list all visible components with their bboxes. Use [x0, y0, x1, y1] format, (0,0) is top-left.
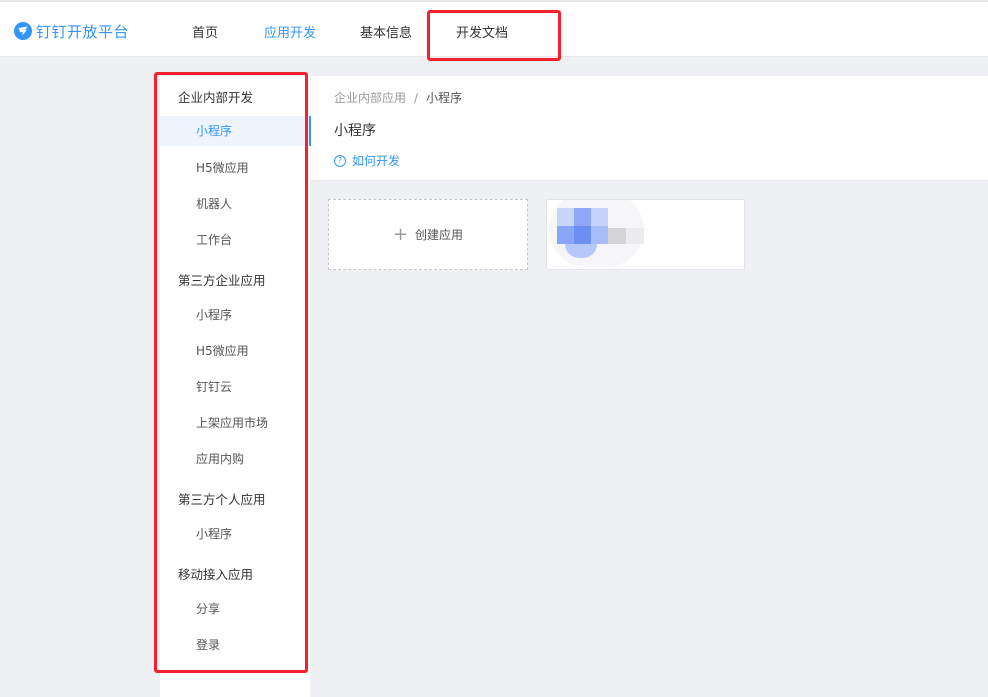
breadcrumb-parent[interactable]: 企业内部应用 [334, 91, 406, 105]
how-to-develop-label: 如何开发 [352, 154, 401, 168]
plus-icon: + [392, 223, 409, 245]
redaction-pixel [591, 226, 608, 244]
brand-name: 钉钉开放平台 [36, 22, 130, 41]
breadcrumb: 企业内部应用 / 小程序 [334, 89, 462, 106]
highlight-box-sidebar [154, 72, 308, 673]
brand-logo[interactable]: 钉钉开放平台 [14, 21, 129, 41]
create-app-card[interactable]: + 创建应用 [328, 199, 528, 270]
content-header: 企业内部应用 / 小程序 小程序 ? 如何开发 [311, 76, 988, 181]
redaction-pixel [574, 208, 591, 226]
how-to-develop-link[interactable]: ? 如何开发 [334, 152, 400, 169]
create-app-label: 创建应用 [415, 228, 464, 242]
nav-home[interactable]: 首页 [192, 22, 218, 41]
dingtalk-logo-icon [14, 22, 32, 40]
highlight-box-dev-docs [427, 10, 561, 61]
redaction-pixel [574, 226, 591, 244]
nav-basic-info[interactable]: 基本信息 [360, 22, 412, 41]
redaction-pixel [557, 208, 574, 226]
nav-app-development[interactable]: 应用开发 [264, 22, 316, 41]
page-title: 小程序 [334, 123, 376, 139]
redaction-pixel [557, 226, 574, 244]
breadcrumb-current: 小程序 [426, 91, 463, 105]
redaction-pixel [591, 208, 608, 226]
redaction-pixel [626, 228, 644, 244]
redaction-pixel [608, 228, 626, 244]
question-circle-icon: ? [334, 154, 346, 167]
app-card-redacted[interactable] [546, 199, 745, 270]
breadcrumb-separator: / [414, 91, 419, 105]
